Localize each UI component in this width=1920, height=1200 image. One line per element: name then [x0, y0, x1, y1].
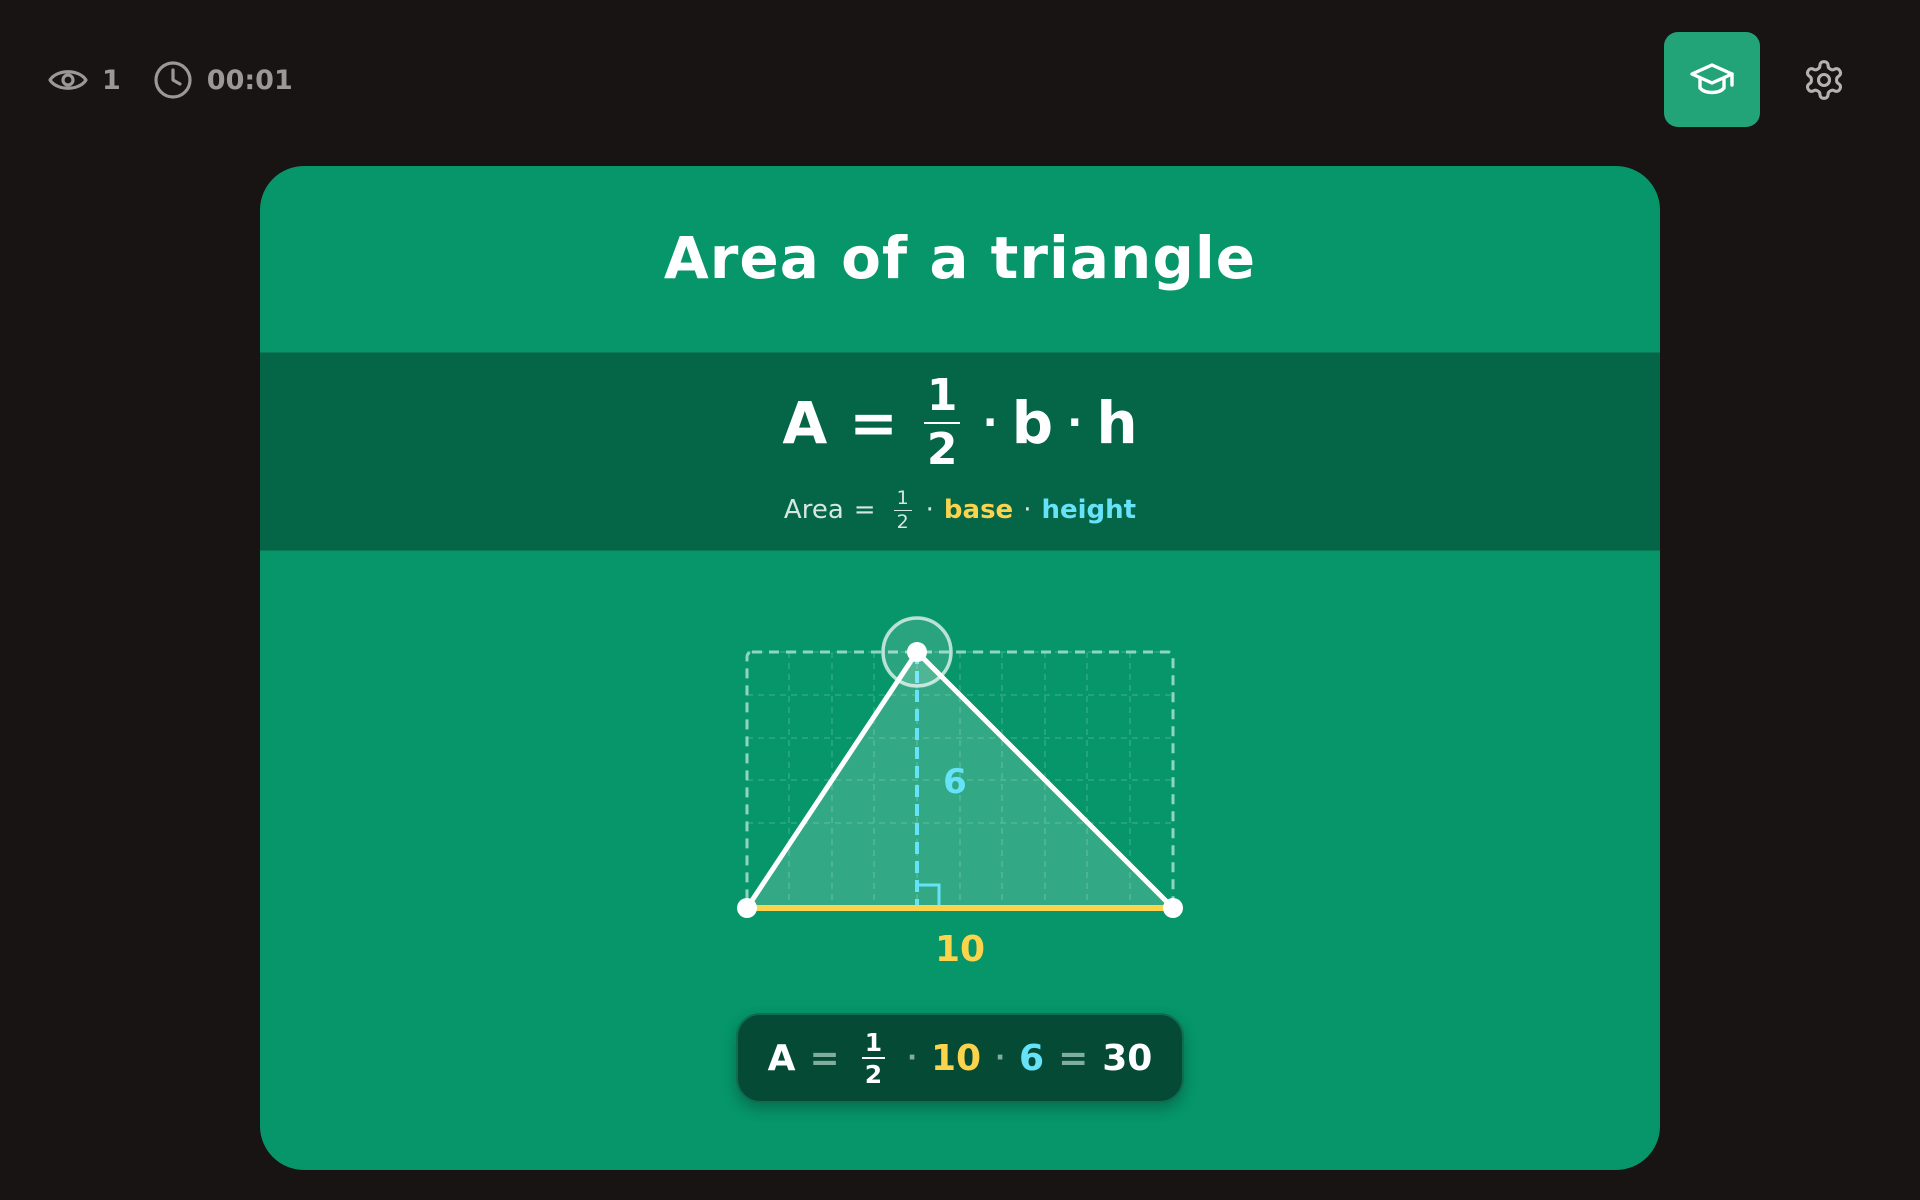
result-dot: · [995, 1043, 1005, 1073]
base-right-vertex[interactable] [1163, 898, 1183, 918]
result-fraction-numerator: 1 [861, 1030, 886, 1059]
views-count: 1 [102, 64, 121, 96]
graduation-cap-icon [1690, 62, 1734, 94]
clock-icon [154, 61, 192, 99]
gear-icon [1805, 60, 1843, 100]
learn-button[interactable] [1664, 32, 1760, 127]
result-area-symbol: A [767, 1037, 796, 1079]
result-dot: · [907, 1043, 917, 1073]
result-equation: A = 1 2 · 10 · 6 = 30 [736, 1013, 1184, 1103]
result-base-value: 10 [931, 1037, 982, 1079]
apex-vertex[interactable] [907, 642, 927, 662]
eye-icon [48, 70, 88, 90]
result-area-value: 30 [1102, 1037, 1153, 1079]
result-fraction: 1 2 [861, 1030, 886, 1089]
result-height-value: 6 [1019, 1037, 1045, 1079]
result-equals: = [1058, 1037, 1089, 1079]
session-stats: 1 00:01 [48, 58, 293, 102]
base-label: 10 [935, 929, 985, 970]
base-left-vertex[interactable] [737, 898, 757, 918]
result-fraction-denominator: 2 [864, 1059, 883, 1089]
height-label: 6 [943, 762, 967, 802]
timer-stat: 00:01 [153, 60, 293, 100]
lesson-card: Area of a triangle A = 1 2 · b · h Area … [260, 166, 1660, 1170]
views-stat: 1 [48, 60, 121, 100]
settings-button[interactable] [1800, 56, 1848, 104]
timer-value: 00:01 [206, 64, 293, 96]
result-equals: = [809, 1037, 840, 1079]
